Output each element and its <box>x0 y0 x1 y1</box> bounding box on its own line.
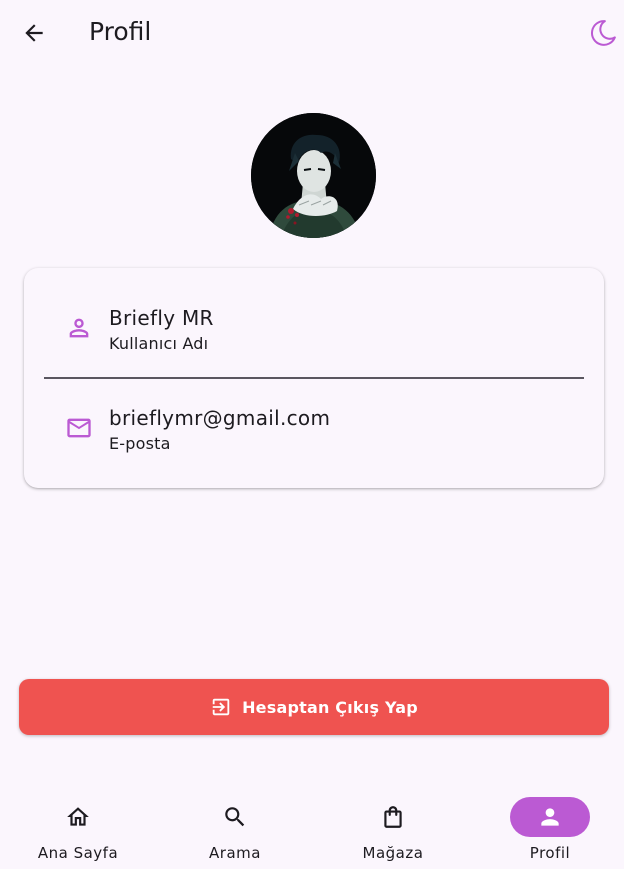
nav-item-profile[interactable]: Profil <box>472 797 624 867</box>
nav-indicator <box>353 797 433 837</box>
username-row: Briefly MR Kullanıcı Adı <box>24 278 604 378</box>
home-icon <box>67 807 89 826</box>
nav-label-home: Ana Sayfa <box>37 844 119 862</box>
nav-item-search[interactable]: Arama <box>157 797 313 867</box>
email-value: brieflymr@gmail.com <box>109 406 331 430</box>
back-button[interactable] <box>14 13 54 53</box>
nav-indicator <box>195 797 275 837</box>
theme-toggle-button[interactable] <box>584 14 622 52</box>
nav-label-search: Arama <box>209 844 261 862</box>
nav-item-store[interactable]: Mağaza <box>315 797 471 867</box>
search-icon <box>225 807 245 827</box>
logout-icon <box>210 696 232 718</box>
email-label: E-posta <box>109 434 171 453</box>
mail-outline-icon <box>64 413 94 443</box>
logout-button[interactable]: Hesaptan Çıkış Yap <box>19 679 609 735</box>
email-row: brieflymr@gmail.com E-posta <box>24 378 604 478</box>
username-label: Kullanıcı Adı <box>109 334 209 353</box>
shopping-bag-icon <box>384 806 402 828</box>
nav-label-store: Mağaza <box>362 844 424 862</box>
person-outline-icon <box>64 313 94 343</box>
arrow-left-icon <box>25 24 43 42</box>
profile-photo <box>251 113 376 238</box>
username-value: Briefly MR <box>109 306 214 330</box>
app-bar: Profil <box>0 0 624 66</box>
nav-label-profile: Profil <box>529 844 571 862</box>
page-title: Profil <box>89 17 152 46</box>
profile-screen: Profil Briefly MR Kullanıcı Adı brieflym… <box>0 0 624 869</box>
logout-label: Hesaptan Çıkış Yap <box>242 697 418 717</box>
person-icon <box>541 808 559 826</box>
profile-info-card: Briefly MR Kullanıcı Adı brieflymr@gmail… <box>24 268 604 488</box>
bottom-navigation: Ana Sayfa Arama Mağaza Profil <box>0 780 624 869</box>
nav-indicator-active <box>510 797 590 837</box>
avatar <box>251 113 376 238</box>
moon-icon <box>590 20 616 46</box>
nav-indicator <box>38 797 118 837</box>
nav-item-home[interactable]: Ana Sayfa <box>0 797 156 867</box>
